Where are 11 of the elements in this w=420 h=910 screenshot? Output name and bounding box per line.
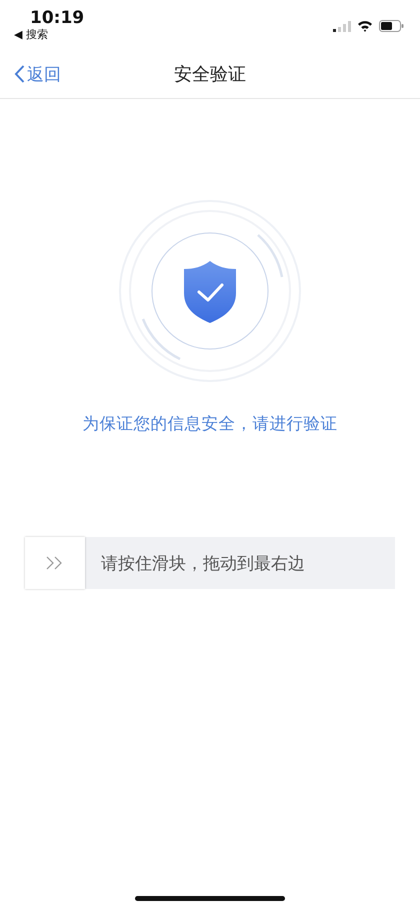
slider-handle[interactable]: [25, 537, 85, 589]
page-title: 安全验证: [174, 63, 246, 86]
back-to-app-link[interactable]: ◀ 搜索: [14, 28, 84, 42]
slider-hint: 请按住滑块，拖动到最右边: [101, 552, 305, 574]
chevron-left-icon: [14, 65, 25, 83]
signal-icon: [333, 20, 351, 32]
verification-message: 为保证您的信息安全，请进行验证: [82, 413, 338, 435]
wifi-icon: [357, 20, 373, 32]
battery-icon: [379, 20, 404, 32]
status-time: 10:19: [29, 8, 84, 28]
back-button[interactable]: 返回: [0, 58, 75, 90]
